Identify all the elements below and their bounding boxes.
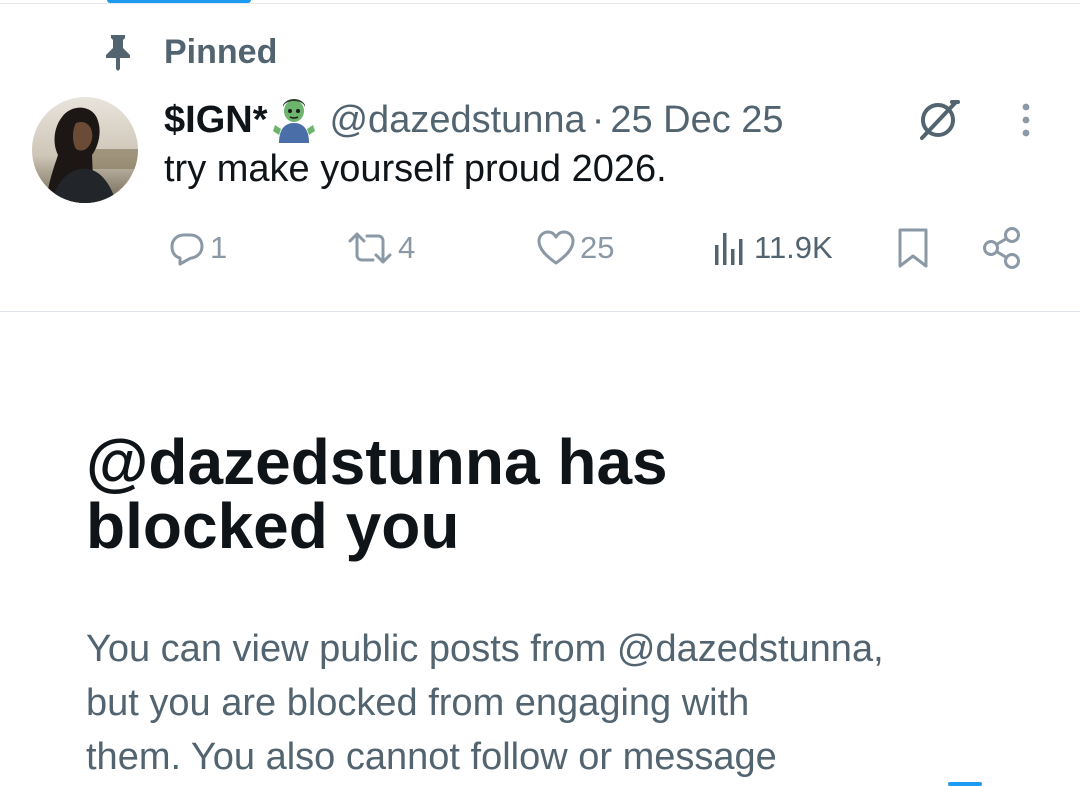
more-options-icon[interactable] xyxy=(1002,96,1050,144)
separator-dot: · xyxy=(591,98,605,141)
repost-count: 4 xyxy=(398,230,416,265)
blocked-desc-line: You can view public posts from @dazedstu… xyxy=(86,628,884,670)
blocked-title-line: @dazedstunna has xyxy=(86,426,668,498)
repost-icon xyxy=(348,232,392,264)
post-header: $IGN* @dazedstunna · 25 Dec 25 xyxy=(164,96,784,144)
post-date[interactable]: 25 Dec 25 xyxy=(610,99,783,142)
view-count: 11.9K xyxy=(754,230,833,265)
blocked-title-line: blocked you xyxy=(86,490,460,562)
post-text: try make yourself proud 2026. xyxy=(164,148,667,190)
bookmark-button[interactable] xyxy=(894,220,932,276)
pinned-indicator: Pinned xyxy=(100,30,277,74)
scroll-accent xyxy=(948,782,982,786)
bookmark-icon xyxy=(898,228,928,268)
blocked-desc-line: them. You also cannot follow or message xyxy=(86,736,777,778)
profile-page: Pinned $IGN* @dazedstunna · 25 Dec 25 tr… xyxy=(0,0,1080,786)
blocked-desc-line: but you are blocked from engaging with xyxy=(86,682,750,724)
avatar[interactable] xyxy=(32,97,138,203)
reply-icon xyxy=(170,233,204,266)
pinned-label: Pinned xyxy=(164,32,278,71)
post-action-bar: 1 4 25 11.9K xyxy=(0,220,1080,276)
share-button[interactable] xyxy=(980,220,1024,276)
blocked-title: @dazedstunna has blocked you xyxy=(86,430,986,558)
pin-icon xyxy=(100,32,136,72)
repost-button[interactable]: 4 xyxy=(346,220,415,276)
top-divider xyxy=(0,3,1080,4)
reply-count: 1 xyxy=(210,230,228,265)
like-button[interactable]: 25 xyxy=(536,220,614,276)
zombie-emoji-icon xyxy=(271,97,317,143)
user-handle[interactable]: @dazedstunna xyxy=(329,99,585,142)
share-icon xyxy=(983,227,1020,269)
reply-button[interactable]: 1 xyxy=(168,220,227,276)
blocked-description: You can view public posts from @dazedstu… xyxy=(86,622,1026,784)
like-count: 25 xyxy=(580,230,615,265)
views-button[interactable]: 11.9K xyxy=(710,220,833,276)
heart-icon xyxy=(537,230,575,265)
post-divider xyxy=(0,311,1080,312)
grok-icon[interactable] xyxy=(912,96,964,144)
display-name[interactable]: $IGN* xyxy=(164,99,267,142)
analytics-icon xyxy=(715,233,743,265)
active-tab-indicator xyxy=(107,0,251,3)
